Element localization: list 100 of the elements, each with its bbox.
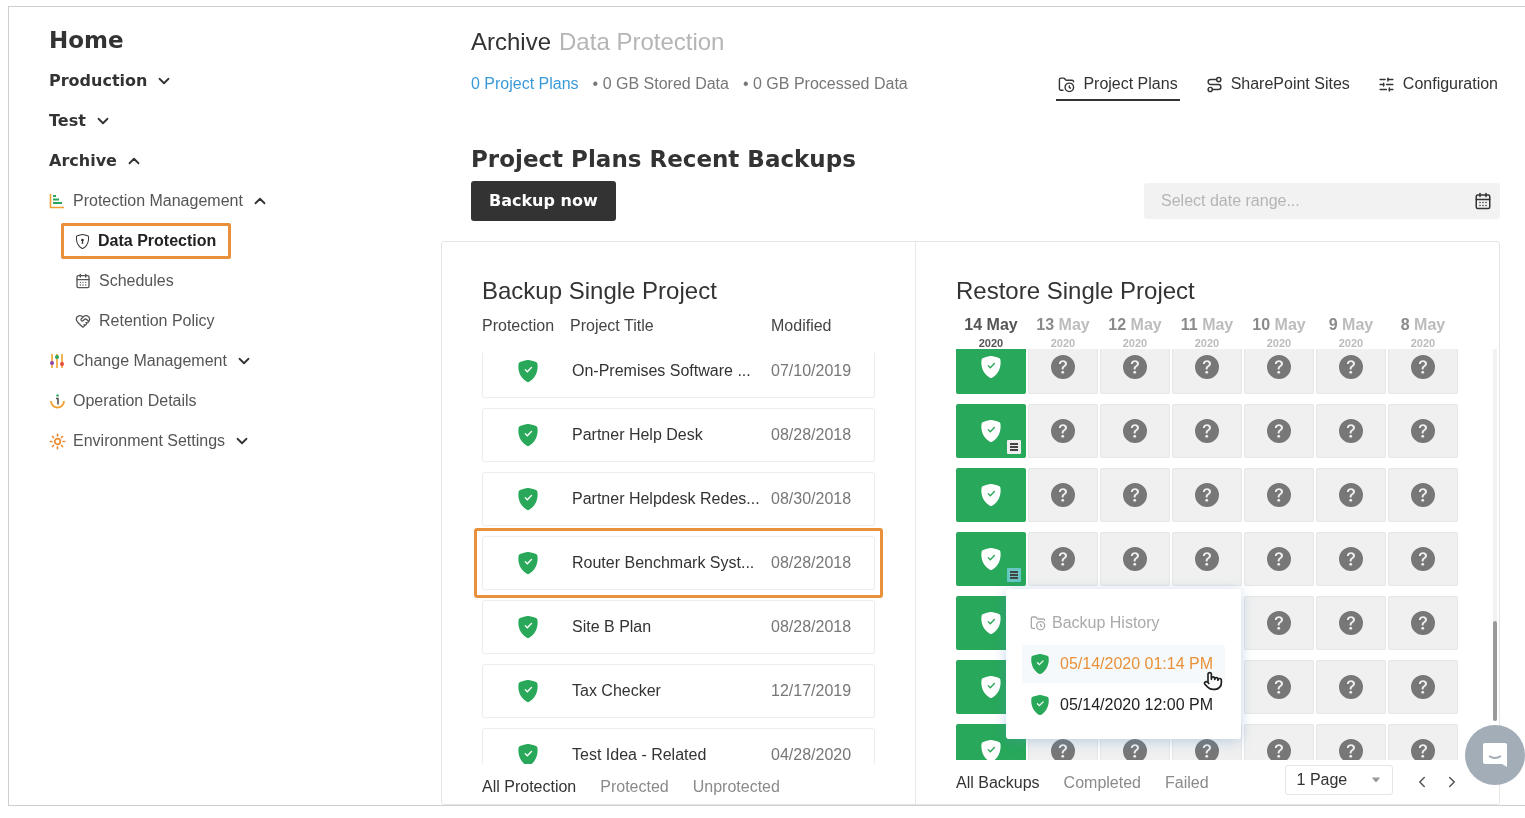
date-range-field[interactable]: Select date range... <box>1144 183 1500 219</box>
note-icon[interactable] <box>1007 568 1021 582</box>
home-title[interactable]: Home <box>49 23 124 57</box>
unknown-cell[interactable] <box>1244 468 1314 522</box>
column-header: Protection <box>482 316 556 336</box>
question-icon <box>1123 739 1147 760</box>
view-tab[interactable]: SharePoint Sites <box>1203 67 1352 101</box>
unknown-cell[interactable] <box>1244 532 1314 586</box>
question-icon <box>1195 419 1219 443</box>
unknown-cell[interactable] <box>1244 404 1314 458</box>
filter-tab[interactable]: All Backups <box>956 771 1040 795</box>
question-icon <box>1411 483 1435 507</box>
column-header: Modified <box>771 316 832 336</box>
breadcrumb-section[interactable]: Archive <box>471 26 552 58</box>
question-icon <box>1267 611 1291 635</box>
unknown-cell[interactable] <box>1388 596 1458 650</box>
question-icon <box>1411 611 1435 635</box>
view-tab[interactable]: Project Plans <box>1056 67 1180 101</box>
info-icon <box>49 392 66 410</box>
unknown-cell[interactable] <box>1316 404 1386 458</box>
question-icon <box>1267 739 1291 760</box>
question-icon <box>1267 483 1291 507</box>
shield-check-icon <box>1030 654 1050 674</box>
folder-clock-icon <box>1058 75 1076 93</box>
unknown-cell[interactable] <box>1028 468 1098 522</box>
unknown-cell[interactable] <box>1316 532 1386 586</box>
hand-cursor-icon <box>1203 671 1223 691</box>
note-icon[interactable] <box>1007 440 1021 454</box>
question-icon <box>1123 483 1147 507</box>
unknown-cell[interactable] <box>1172 349 1242 394</box>
question-icon <box>1267 355 1291 379</box>
shield-check-icon <box>980 612 1002 634</box>
unknown-cell[interactable] <box>1388 404 1458 458</box>
unknown-cell[interactable] <box>1028 404 1098 458</box>
unknown-cell[interactable] <box>1172 468 1242 522</box>
filter-tab[interactable]: Unprotected <box>692 775 780 799</box>
unknown-cell[interactable] <box>1388 660 1458 714</box>
calendar-icon[interactable] <box>1474 192 1492 210</box>
popover-title: Backup History <box>1052 613 1160 633</box>
question-icon <box>1267 547 1291 571</box>
unknown-cell[interactable] <box>1244 660 1314 714</box>
nav-subitem[interactable]: Retention Policy <box>61 303 230 339</box>
backup-cell[interactable] <box>956 404 1026 458</box>
view-tab[interactable]: Configuration <box>1375 67 1500 101</box>
nav-item[interactable]: Change Management <box>73 349 227 373</box>
project-title: Site B Plan <box>572 617 653 637</box>
shield-check-icon <box>980 484 1002 506</box>
project-title: Partner Help Desk <box>572 425 704 445</box>
backup-now-button[interactable]: Backup now <box>471 181 616 221</box>
unknown-cell[interactable] <box>1100 404 1170 458</box>
page-select[interactable]: 1 Page <box>1284 765 1393 795</box>
unknown-cell[interactable] <box>1100 532 1170 586</box>
question-icon <box>1411 547 1435 571</box>
unknown-cell[interactable] <box>1316 596 1386 650</box>
route-icon <box>1205 75 1223 93</box>
nav-section[interactable]: Archive <box>49 149 117 173</box>
question-icon <box>1123 419 1147 443</box>
shield-check-icon <box>980 676 1002 698</box>
unknown-cell[interactable] <box>1244 596 1314 650</box>
modified-date: 08/28/2018 <box>771 617 852 637</box>
project-row[interactable]: Router Benchmark Syst... 08/28/2018 <box>474 528 883 598</box>
nav-item[interactable]: Environment Settings <box>73 429 226 453</box>
unknown-cell[interactable] <box>1028 349 1098 394</box>
filter-tab[interactable]: All Protection <box>482 775 577 799</box>
modified-date: 12/17/2019 <box>771 681 852 701</box>
unknown-cell[interactable] <box>1388 468 1458 522</box>
backup-cell[interactable] <box>956 532 1026 586</box>
date-column-header[interactable]: 9 May 2020 <box>1316 314 1386 350</box>
question-icon <box>1411 355 1435 379</box>
filter-tab[interactable]: Protected <box>600 775 669 799</box>
unknown-cell[interactable] <box>1316 468 1386 522</box>
nav-section[interactable]: Test <box>49 109 86 133</box>
unknown-cell[interactable] <box>1172 532 1242 586</box>
nav-subitem[interactable]: Data Protection <box>61 223 232 259</box>
nav-item[interactable]: Protection Management <box>73 189 243 213</box>
unknown-cell[interactable] <box>1388 349 1458 394</box>
unknown-cell[interactable] <box>1028 532 1098 586</box>
filter-tab[interactable]: Completed <box>1063 771 1141 795</box>
date-column-header[interactable]: 14 May 2020 <box>956 314 1026 350</box>
unknown-cell[interactable] <box>1244 349 1314 394</box>
unknown-cell[interactable] <box>1316 660 1386 714</box>
nav-item[interactable]: Operation Details <box>73 389 197 413</box>
question-icon <box>1339 739 1363 760</box>
stats-text: • 0 GB Stored Data <box>592 74 729 94</box>
question-icon <box>1339 547 1363 571</box>
unknown-cell[interactable] <box>1100 468 1170 522</box>
unknown-cell[interactable] <box>1172 404 1242 458</box>
question-icon <box>1051 739 1075 760</box>
backup-cell[interactable] <box>956 468 1026 522</box>
backup-entry[interactable]: 05/14/2020 12:00 PM <box>1022 686 1225 724</box>
unknown-cell[interactable] <box>1100 349 1170 394</box>
scrollbar[interactable] <box>1493 349 1497 721</box>
nav-section[interactable]: Production <box>49 69 148 93</box>
nav-subitem[interactable]: Schedules <box>61 263 189 299</box>
unknown-cell[interactable] <box>1316 349 1386 394</box>
question-icon <box>1123 547 1147 571</box>
unknown-cell[interactable] <box>1388 532 1458 586</box>
backup-cell[interactable] <box>956 349 1026 394</box>
question-icon <box>1339 355 1363 379</box>
project-title: Router Benchmark Syst... <box>572 553 756 573</box>
